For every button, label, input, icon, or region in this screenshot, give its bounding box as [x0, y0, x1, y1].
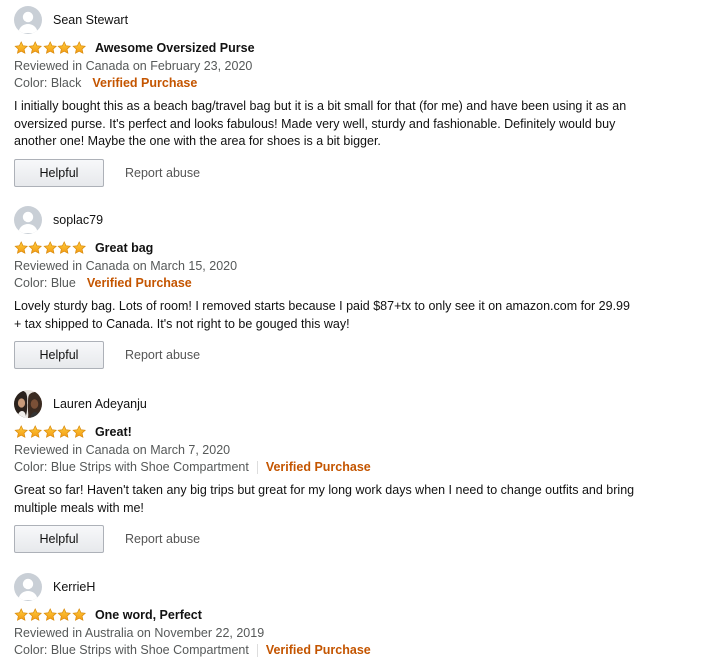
star-icon [57, 425, 71, 439]
reviewer-name[interactable]: Lauren Adeyanju [53, 397, 147, 411]
star-icon [14, 608, 28, 622]
star-rating-icon[interactable] [14, 425, 86, 439]
star-icon [43, 241, 57, 255]
report-abuse-link[interactable]: Report abuse [125, 532, 200, 546]
review-date: Reviewed in Canada on March 7, 2020 [14, 443, 231, 457]
star-rating-icon[interactable] [14, 41, 86, 55]
star-rating-icon[interactable] [14, 241, 86, 255]
review-body: I initially bought this as a beach bag/t… [14, 99, 627, 148]
star-icon [43, 608, 57, 622]
star-icon [72, 425, 86, 439]
product-variant[interactable]: Color: Blue Strips with Shoe Compartment [14, 642, 249, 659]
verified-purchase-badge: Verified Purchase [265, 643, 371, 657]
reviewer-profile[interactable]: KerrieH [14, 573, 674, 601]
review-title[interactable]: Awesome Oversized Purse [95, 41, 255, 55]
star-icon [43, 41, 57, 55]
reviewer-name[interactable]: soplac79 [53, 213, 103, 227]
report-abuse-link[interactable]: Report abuse [125, 166, 200, 180]
star-icon [28, 608, 42, 622]
review-card: soplac79 Great bag Reviewed in Canada on… [14, 206, 674, 369]
star-icon [72, 41, 86, 55]
product-variant[interactable]: Color: Blue [14, 275, 76, 292]
photo-avatar-icon [14, 390, 42, 418]
star-icon [57, 608, 71, 622]
star-icon [14, 425, 28, 439]
helpful-button[interactable]: Helpful [14, 341, 104, 369]
review-card: Sean Stewart Awesome Oversized Purse Rev… [14, 6, 674, 187]
default-avatar-icon [14, 206, 42, 234]
verified-purchase-badge: Verified Purchase [92, 76, 198, 90]
separator [256, 461, 258, 474]
star-icon [28, 241, 42, 255]
star-rating-icon[interactable] [14, 608, 86, 622]
default-avatar-icon [14, 573, 42, 601]
star-icon [72, 241, 86, 255]
reviewer-name[interactable]: Sean Stewart [53, 13, 128, 27]
separator [256, 644, 258, 657]
star-icon [14, 41, 28, 55]
reviewer-profile[interactable]: Sean Stewart [14, 6, 674, 34]
product-variant[interactable]: Color: Blue Strips with Shoe Compartment [14, 459, 249, 476]
review-card: KerrieH One word, Perfect Reviewed in Au… [14, 573, 674, 659]
helpful-button[interactable]: Helpful [14, 158, 104, 187]
review-card: Lauren Adeyanju Great! Reviewed in Canad… [14, 390, 674, 553]
review-date: Reviewed in Australia on November 22, 20… [14, 626, 265, 640]
product-variant[interactable]: Color: Black [14, 75, 81, 92]
star-icon [57, 41, 71, 55]
helpful-button[interactable]: Helpful [14, 525, 104, 553]
review-title[interactable]: Great! [95, 425, 132, 439]
star-icon [43, 425, 57, 439]
review-body: Great so far! Haven't taken any big trip… [14, 483, 635, 515]
review-title[interactable]: Great bag [95, 241, 153, 255]
reviewer-profile[interactable]: soplac79 [14, 206, 674, 234]
star-icon [57, 241, 71, 255]
review-title[interactable]: One word, Perfect [95, 608, 202, 622]
star-icon [28, 41, 42, 55]
star-icon [72, 608, 86, 622]
review-date: Reviewed in Canada on February 23, 2020 [14, 59, 253, 73]
reviewer-profile[interactable]: Lauren Adeyanju [14, 390, 674, 418]
verified-purchase-badge: Verified Purchase [86, 276, 192, 290]
report-abuse-link[interactable]: Report abuse [125, 348, 200, 362]
review-date: Reviewed in Canada on March 15, 2020 [14, 259, 238, 273]
reviewer-name[interactable]: KerrieH [53, 580, 95, 594]
star-icon [28, 425, 42, 439]
review-body: Lovely sturdy bag. Lots of room! I remov… [14, 299, 630, 331]
verified-purchase-badge: Verified Purchase [265, 460, 371, 474]
star-icon [14, 241, 28, 255]
default-avatar-icon [14, 6, 42, 34]
